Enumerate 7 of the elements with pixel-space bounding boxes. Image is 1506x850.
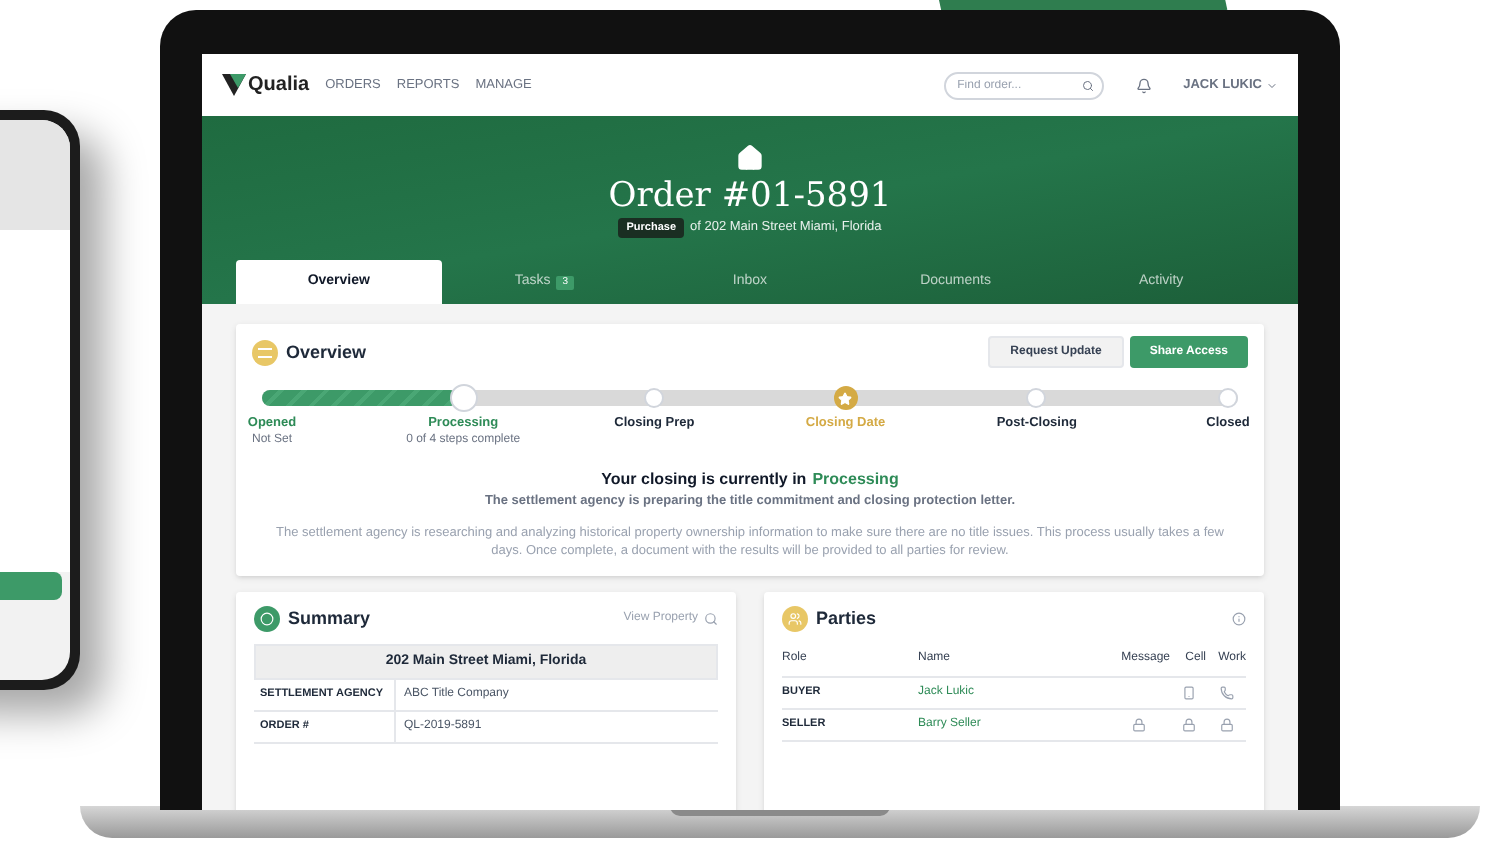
- card-title: Overview: [286, 339, 367, 365]
- order-title: Order #01-5891: [608, 176, 892, 216]
- status-stage: Processing: [812, 468, 899, 493]
- card-title: Parties: [816, 606, 877, 632]
- status-heading: Your closing is currently in: [601, 468, 807, 493]
- logo-text[interactable]: Qualia: [248, 70, 310, 100]
- card-title: Summary: [288, 606, 371, 632]
